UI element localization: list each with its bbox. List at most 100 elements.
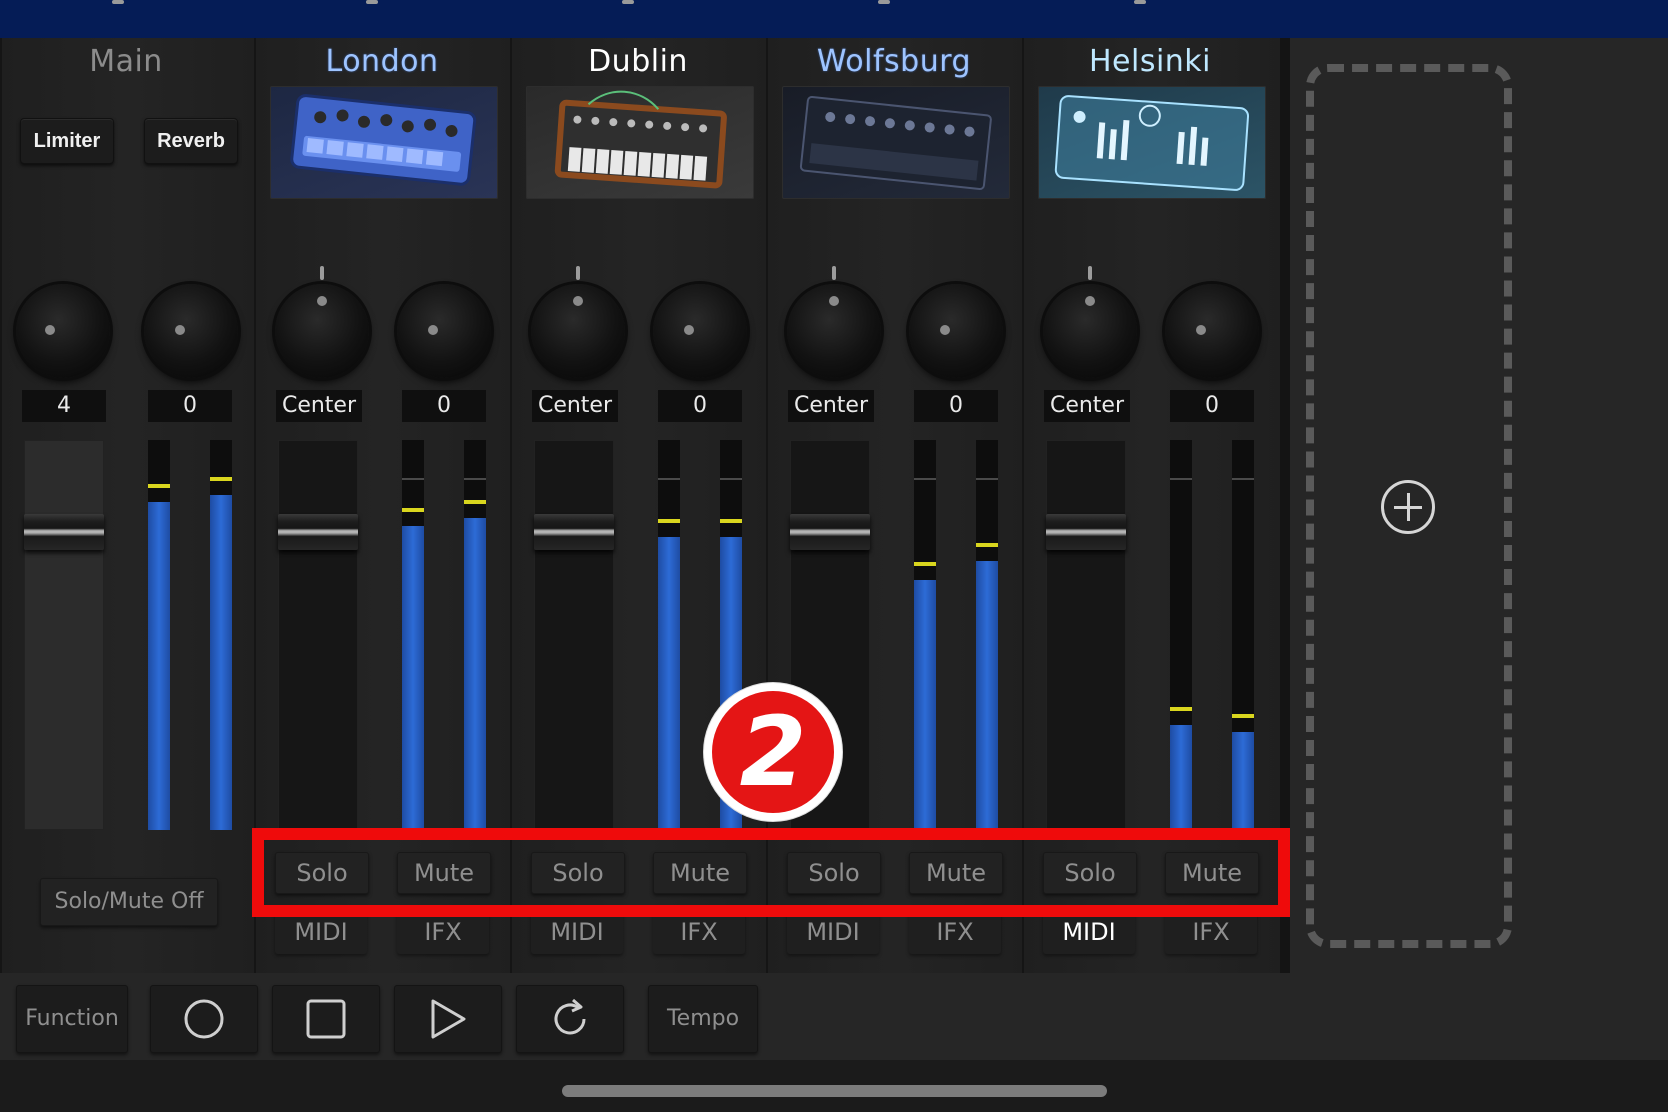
meter-peak: [658, 519, 680, 523]
pan-value: Center: [1044, 390, 1130, 422]
meter-peak: [402, 508, 424, 512]
meter-fill: [402, 526, 424, 830]
volume-fader[interactable]: [534, 440, 614, 830]
meter-fill: [1232, 732, 1254, 830]
step-number-badge: 2: [704, 683, 842, 821]
fx-send-knob[interactable]: [1165, 284, 1259, 378]
meter-fill: [148, 502, 170, 830]
main-fader-mark: [112, 0, 124, 4]
fader-cap[interactable]: [1046, 514, 1126, 550]
pan-knob[interactable]: [1043, 284, 1137, 378]
pan-value: Center: [788, 390, 874, 422]
reverb-button[interactable]: Reverb: [144, 118, 238, 164]
pan-knob[interactable]: [787, 284, 881, 378]
plus-circle-icon[interactable]: [1381, 480, 1435, 534]
fader-mark: [622, 0, 634, 4]
play-button[interactable]: [394, 985, 502, 1053]
meter-hold-line: [1170, 478, 1192, 480]
record-button[interactable]: [150, 985, 258, 1053]
record-icon: [184, 999, 224, 1039]
meter-peak: [1170, 707, 1192, 711]
meter-peak: [976, 543, 998, 547]
meter-hold-line: [464, 478, 486, 480]
meter-fill: [914, 580, 936, 830]
meter-fill: [658, 537, 680, 830]
instrument-thumbnail[interactable]: [782, 86, 1010, 199]
meter-fill: [210, 495, 232, 830]
meter-fill: [464, 518, 486, 830]
meter-hold-line: [914, 478, 936, 480]
level-meter-left: [1170, 440, 1192, 830]
meter-peak: [210, 477, 232, 481]
limiter-button[interactable]: Limiter: [20, 118, 114, 164]
main-meter-left: [148, 440, 170, 830]
stop-button[interactable]: [272, 985, 380, 1053]
tempo-button[interactable]: Tempo: [648, 985, 758, 1053]
meter-peak: [148, 484, 170, 488]
level-meter-left: [658, 440, 680, 830]
fx-send-value: 0: [402, 390, 486, 422]
main-volume-fader[interactable]: [24, 440, 104, 830]
fader-cap[interactable]: [278, 514, 358, 550]
fader-mark: [366, 0, 378, 4]
meter-hold-line: [1232, 478, 1254, 480]
level-meter-right: [1232, 440, 1254, 830]
level-meter-left: [914, 440, 936, 830]
meter-hold-line: [976, 478, 998, 480]
meter-hold-line: [658, 478, 680, 480]
fx-send-knob[interactable]: [909, 284, 1003, 378]
main-knob-1[interactable]: [16, 284, 110, 378]
status-bar: [0, 0, 1668, 38]
play-icon: [431, 999, 466, 1039]
loop-button[interactable]: [516, 985, 624, 1053]
level-meter-right: [464, 440, 486, 830]
fader-mark: [878, 0, 890, 4]
fx-send-value: 0: [1170, 390, 1254, 422]
meter-peak: [1232, 714, 1254, 718]
main-knob-2[interactable]: [144, 284, 238, 378]
meter-hold-line: [402, 478, 424, 480]
instrument-thumbnail[interactable]: [1038, 86, 1266, 199]
main-title: Main: [89, 44, 163, 79]
meter-peak: [464, 500, 486, 504]
fader-mark: [1134, 0, 1146, 4]
step-number: 2: [739, 696, 807, 808]
function-button[interactable]: Function: [16, 985, 128, 1053]
level-meter-left: [402, 440, 424, 830]
home-indicator[interactable]: [562, 1085, 1107, 1097]
pan-value: Center: [276, 390, 362, 422]
fx-send-knob[interactable]: [653, 284, 747, 378]
pan-center-tick: [1088, 266, 1092, 280]
main-fader-cap[interactable]: [24, 514, 104, 550]
fader-cap[interactable]: [534, 514, 614, 550]
volume-fader[interactable]: [278, 440, 358, 830]
loop-icon: [554, 998, 586, 1035]
main-knob-2-value: 0: [148, 390, 232, 422]
pan-center-tick: [320, 266, 324, 280]
pan-value: Center: [532, 390, 618, 422]
fx-send-knob[interactable]: [397, 284, 491, 378]
fx-send-value: 0: [914, 390, 998, 422]
channel-name[interactable]: Dublin: [510, 44, 766, 80]
fx-send-value: 0: [658, 390, 742, 422]
pan-knob[interactable]: [531, 284, 625, 378]
channel-name[interactable]: Helsinki: [1022, 44, 1278, 80]
volume-fader[interactable]: [1046, 440, 1126, 830]
pan-center-tick: [832, 266, 836, 280]
solo-mute-highlight-box: [252, 828, 1290, 917]
meter-peak: [914, 562, 936, 566]
meter-hold-line: [720, 478, 742, 480]
channel-name[interactable]: London: [254, 44, 510, 80]
level-meter-right: [976, 440, 998, 830]
channel-name[interactable]: Wolfsburg: [766, 44, 1022, 80]
fader-cap[interactable]: [790, 514, 870, 550]
meter-peak: [720, 519, 742, 523]
stop-icon: [306, 999, 346, 1039]
meter-fill: [1170, 725, 1192, 830]
instrument-thumbnail[interactable]: [270, 86, 498, 199]
main-knob-1-value: 4: [22, 390, 106, 422]
main-meter-right: [210, 440, 232, 830]
instrument-thumbnail[interactable]: [526, 86, 754, 199]
pan-knob[interactable]: [275, 284, 369, 378]
solo-mute-off-button[interactable]: Solo/Mute Off: [40, 878, 218, 926]
